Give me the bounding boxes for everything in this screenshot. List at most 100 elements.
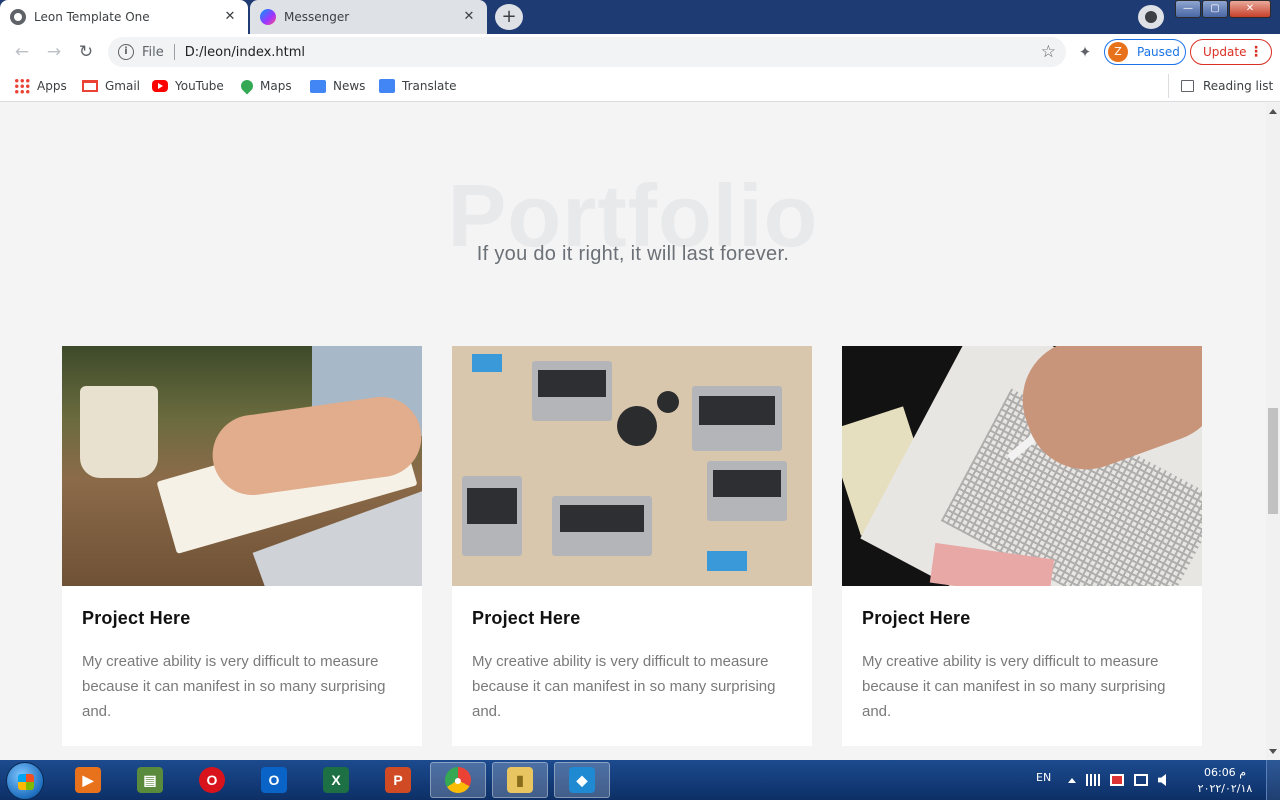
power-icon[interactable] (1134, 774, 1148, 786)
translate-icon (379, 79, 395, 93)
taskbar-chrome[interactable]: ● (430, 762, 486, 798)
project-image-laptops (452, 346, 812, 586)
clock-date: ٢٠٢٢/٠٢/١٨ (1197, 782, 1253, 795)
volume-icon[interactable] (1158, 774, 1166, 786)
url-scheme: File (142, 44, 164, 60)
taskbar-file-explorer[interactable]: ▮ (492, 762, 548, 798)
bookmark-apps[interactable]: Apps (14, 77, 67, 95)
profile-paused-button[interactable]: Z Paused (1104, 39, 1186, 65)
news-icon (310, 79, 326, 93)
chrome-icon: ● (445, 767, 471, 793)
taskbar-outlook[interactable]: O (246, 762, 302, 798)
window-controls: — ▢ ✕ (1174, 0, 1271, 20)
page-viewport: Portfolio If you do it right, it will la… (0, 103, 1266, 760)
tab-leon-template-one[interactable]: Leon Template One ✕ (0, 0, 248, 34)
media-player-icon: ▶ (75, 767, 101, 793)
update-button[interactable]: Update ⋮ (1190, 39, 1272, 65)
scrollbar-thumb[interactable] (1268, 408, 1278, 514)
maximize-button[interactable]: ▢ (1202, 0, 1228, 18)
excel-icon: X (323, 767, 349, 793)
page-scrollbar[interactable] (1266, 103, 1280, 760)
show-desktop-button[interactable] (1266, 760, 1280, 800)
project-image-notebook (62, 346, 422, 586)
apps-icon (14, 78, 30, 94)
card-text: My creative ability is very difficult to… (862, 653, 1166, 720)
vscode-icon: ◆ (569, 767, 595, 793)
card-text: My creative ability is very difficult to… (82, 653, 386, 720)
reload-button[interactable]: ↻ (74, 41, 98, 63)
bookmark-label: Maps (260, 79, 292, 93)
bookmark-translate[interactable]: Translate (379, 77, 457, 95)
avatar: Z (1108, 42, 1128, 62)
gmail-icon (82, 80, 98, 92)
section-subtitle: If you do it right, it will last forever… (476, 243, 790, 265)
scroll-up-arrow-icon[interactable] (1269, 109, 1277, 114)
bookmark-youtube[interactable]: YouTube (152, 77, 224, 95)
bookmark-label: YouTube (175, 79, 224, 93)
omnibox-separator (173, 44, 175, 60)
tab-search-button[interactable] (1138, 5, 1164, 29)
forward-button[interactable]: → (42, 41, 66, 63)
site-info-icon[interactable]: i (118, 44, 134, 60)
close-tab-icon[interactable]: ✕ (461, 9, 477, 25)
reading-list-button[interactable]: Reading list (1168, 74, 1273, 98)
tab-title: Messenger (284, 10, 350, 24)
card-title[interactable]: Project Here (862, 608, 970, 629)
tray-icons (1068, 774, 1166, 786)
profile-status: Paused (1137, 45, 1180, 59)
tab-title: Leon Template One (34, 10, 150, 24)
bookmark-news[interactable]: News (310, 77, 365, 95)
card-text: My creative ability is very difficult to… (472, 653, 776, 720)
start-button[interactable] (6, 762, 44, 800)
scroll-down-arrow-icon[interactable] (1269, 749, 1277, 754)
portfolio-card[interactable]: Project Here My creative ability is very… (842, 346, 1202, 746)
card-title[interactable]: Project Here (472, 608, 580, 629)
network-error-icon[interactable] (1110, 774, 1124, 786)
youtube-icon (152, 80, 168, 92)
card-title[interactable]: Project Here (82, 608, 190, 629)
taskbar-presentation-viewer[interactable]: ▤ (122, 762, 178, 798)
project-image-answer-sheet (842, 346, 1202, 586)
maps-icon (238, 77, 256, 95)
portfolio-card[interactable]: Project Here My creative ability is very… (62, 346, 422, 746)
taskbar-excel[interactable]: X (308, 762, 364, 798)
browser-toolbar: ← → ↻ i File D:/leon/index.html ☆ ✦ Z Pa… (0, 34, 1280, 70)
tab-messenger[interactable]: Messenger ✕ (250, 0, 487, 34)
browser-tab-strip: Leon Template One ✕ Messenger ✕ + — ▢ ✕ (0, 0, 1280, 34)
taskbar-powerpoint[interactable]: P (370, 762, 426, 798)
globe-icon (10, 9, 26, 25)
reading-list-label: Reading list (1203, 79, 1274, 93)
clock[interactable]: 06:06 م ٢٠٢٢/٠٢/١٨ (1192, 765, 1258, 797)
show-hidden-icons-icon[interactable] (1068, 778, 1076, 783)
address-bar[interactable]: i File D:/leon/index.html ☆ (108, 37, 1066, 67)
minimize-button[interactable]: — (1175, 0, 1201, 18)
new-tab-button[interactable]: + (495, 4, 523, 30)
taskbar-vscode[interactable]: ◆ (554, 762, 610, 798)
extensions-puzzle-icon[interactable]: ✦ (1074, 41, 1096, 63)
bookmark-gmail[interactable]: Gmail (82, 77, 140, 95)
url-text[interactable]: D:/leon/index.html (185, 45, 305, 60)
clock-time: 06:06 م (1203, 766, 1246, 779)
reading-list-icon (1181, 80, 1194, 92)
bookmark-label: Apps (37, 79, 67, 93)
taskbar-media-player[interactable]: ▶ (60, 762, 116, 798)
bookmark-label: News (333, 79, 366, 93)
presentation-viewer-icon: ▤ (137, 767, 163, 793)
bookmark-maps[interactable]: Maps (238, 77, 292, 95)
bookmark-label: Gmail (105, 79, 141, 93)
language-indicator[interactable]: EN (1036, 771, 1051, 784)
update-label: Update (1203, 45, 1247, 59)
close-tab-icon[interactable]: ✕ (222, 9, 238, 25)
signal-icon[interactable] (1086, 774, 1100, 786)
bookmark-label: Translate (402, 79, 457, 93)
windows-taskbar: ▶ ▤ O O X P ● ▮ ◆ EN 06:06 م ٢٠٢٢/٠٢/١٨ (0, 760, 1280, 800)
back-button[interactable]: ← (10, 41, 34, 63)
folder-icon: ▮ (507, 767, 533, 793)
opera-icon: O (199, 767, 225, 793)
bookmark-star-icon[interactable]: ☆ (1041, 42, 1056, 62)
close-window-button[interactable]: ✕ (1229, 0, 1271, 18)
bookmarks-bar: Apps Gmail YouTube Maps News Translate R… (0, 70, 1280, 102)
powerpoint-icon: P (385, 767, 411, 793)
portfolio-card[interactable]: Project Here My creative ability is very… (452, 346, 812, 746)
taskbar-opera[interactable]: O (184, 762, 240, 798)
